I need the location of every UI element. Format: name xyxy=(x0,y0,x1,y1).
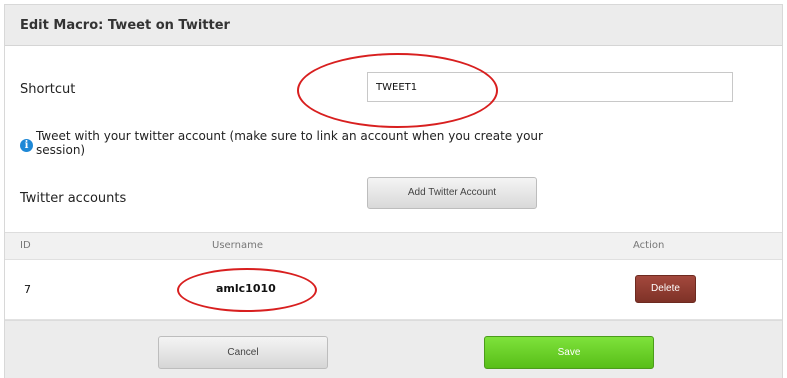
column-header-action: Action xyxy=(633,240,665,251)
row-id: 7 xyxy=(24,283,31,296)
annotation-ellipse-shortcut xyxy=(297,53,498,128)
shortcut-label: Shortcut xyxy=(20,82,76,97)
accounts-table: ID Username Action 7 amlc1010 Delete xyxy=(5,226,782,320)
dialog-footer: Cancel Save xyxy=(5,320,782,378)
delete-button[interactable]: Delete xyxy=(635,275,696,303)
add-twitter-account-button[interactable]: Add Twitter Account xyxy=(367,177,537,209)
twitter-accounts-label: Twitter accounts xyxy=(20,191,127,206)
dialog-header: Edit Macro: Tweet on Twitter xyxy=(5,5,782,46)
info-text: Tweet with your twitter account (make su… xyxy=(36,129,543,157)
info-icon: i xyxy=(20,139,33,152)
dialog-title: Edit Macro: Tweet on Twitter xyxy=(20,18,230,33)
annotation-ellipse-username xyxy=(177,268,317,312)
column-header-id: ID xyxy=(20,240,31,251)
column-header-username: Username xyxy=(212,240,263,251)
table-row: 7 amlc1010 Delete xyxy=(5,260,782,320)
save-button[interactable]: Save xyxy=(484,336,654,369)
cancel-button[interactable]: Cancel xyxy=(158,336,328,369)
table-header: ID Username Action xyxy=(5,232,782,260)
